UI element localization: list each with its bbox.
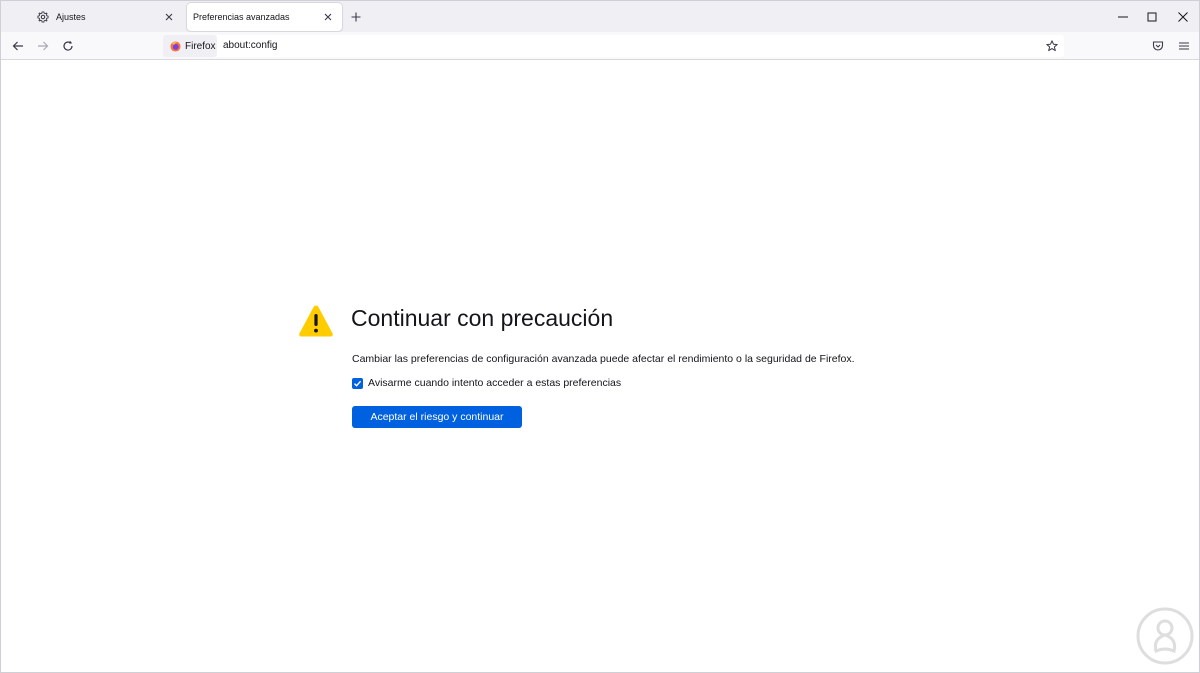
checkmark-icon xyxy=(354,380,362,387)
warning-bar xyxy=(314,314,318,326)
tab-strip: Ajustes Preferencias avanzadas xyxy=(1,1,1199,32)
tab-settings[interactable]: Ajustes xyxy=(28,3,183,31)
forward-arrow-icon[interactable] xyxy=(33,36,53,56)
navigation-toolbar: Firefox about:config xyxy=(1,32,1199,60)
warning-checkbox-row[interactable]: Avisarme cuando intento acceder a estas … xyxy=(352,377,621,389)
back-arrow-icon[interactable] xyxy=(8,36,28,56)
page-title: Continuar con precaución xyxy=(351,305,614,331)
identity-box[interactable]: Firefox xyxy=(163,35,217,57)
accept-risk-button[interactable]: Aceptar el riesgo y continuar xyxy=(352,406,522,428)
bookmark-star-icon[interactable] xyxy=(1044,38,1060,54)
new-tab-plus-icon[interactable] xyxy=(347,8,365,26)
identity-label: Firefox xyxy=(185,40,216,52)
pocket-icon[interactable] xyxy=(1148,36,1168,56)
reload-icon[interactable] xyxy=(58,36,78,56)
close-tab-icon[interactable] xyxy=(161,9,177,25)
gear-icon xyxy=(36,10,50,24)
close-window-icon[interactable] xyxy=(1166,1,1200,32)
address-bar[interactable]: Firefox about:config xyxy=(163,35,1064,57)
tab-advanced-preferences[interactable]: Preferencias avanzadas xyxy=(187,3,342,31)
warning-dot xyxy=(314,328,318,333)
firefox-logo-icon xyxy=(170,40,181,52)
browser-window: Ajustes Preferencias avanzadas Firefox a… xyxy=(0,0,1200,673)
watermark-logo xyxy=(1136,607,1194,665)
tab-label: Ajustes xyxy=(56,12,86,22)
close-tab-icon[interactable] xyxy=(320,9,336,25)
url-text[interactable]: about:config xyxy=(223,40,278,51)
warning-description: Cambiar las preferencias de configuració… xyxy=(352,353,855,365)
tab-label: Preferencias avanzadas xyxy=(193,12,290,22)
warning-checkbox-label[interactable]: Avisarme cuando intento acceder a estas … xyxy=(368,377,621,389)
hamburger-menu-icon[interactable] xyxy=(1174,36,1194,56)
warning-checkbox[interactable] xyxy=(352,377,363,389)
warning-icon xyxy=(299,305,333,337)
maximize-icon[interactable] xyxy=(1135,1,1169,32)
